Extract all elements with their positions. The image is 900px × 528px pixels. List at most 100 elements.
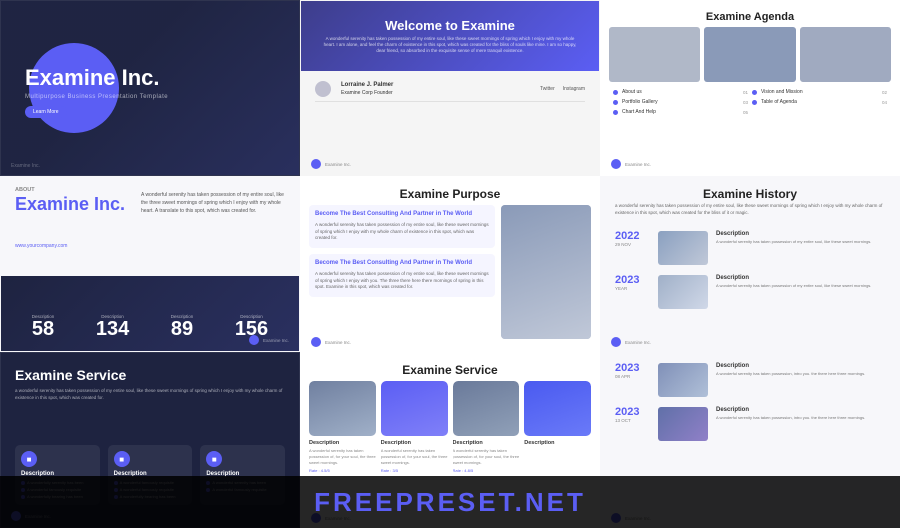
slide-history: Examine History a wonderful serenity has… xyxy=(600,176,900,352)
stat-value-2: 134 xyxy=(96,319,129,339)
history-sub: a wonderful serenity has taken possessio… xyxy=(615,203,885,217)
footer-logo-circle xyxy=(249,335,259,345)
hero-content: Examine Inc. Multipurpose Business Prese… xyxy=(25,39,168,118)
purpose-block-2-text: A wonderful serenity has taken possessio… xyxy=(315,271,489,291)
watermark-accent: Preset xyxy=(395,487,514,517)
service-dark-card-icon-3: ■ xyxy=(206,451,222,467)
service-light-card-rate-1: Rate : 4.5/5 xyxy=(309,468,376,473)
agenda-list: About us 01 Vision and Mission 02 Portfo… xyxy=(613,89,887,115)
watermark-free: Free xyxy=(314,487,395,517)
slide-hero: Examine Inc. Multipurpose Business Prese… xyxy=(0,0,300,176)
timeline-item-1: 2022 29 NOV Description A wonderful sere… xyxy=(615,231,885,265)
agenda-label: Portfolio Gallery xyxy=(622,99,658,105)
agenda-item-2: Vision and Mission 02 xyxy=(752,89,887,95)
tl-photo-2 xyxy=(658,407,708,441)
footer-text: Examine Inc. xyxy=(625,162,651,167)
tl-sublabel-1: 08 APR xyxy=(615,374,650,379)
service-light-body-2: Description A wonderful serenity has tak… xyxy=(381,436,448,477)
hero-cta-button[interactable]: Learn More xyxy=(25,106,67,118)
agenda-item-4: Table of Agenda 04 xyxy=(752,99,887,105)
hero-title: Examine Inc. xyxy=(25,65,168,90)
purpose-block-2: Become The Best Consulting And Partner i… xyxy=(309,254,495,297)
tl-sublabel-2: YEAR xyxy=(615,286,650,291)
history-footer: Examine Inc. xyxy=(611,337,651,347)
agenda-dot xyxy=(613,90,618,95)
service-light-card-title-3: Description xyxy=(453,440,520,446)
twitter-link[interactable]: Twitter xyxy=(540,86,555,92)
service-light-card-title-4: Description xyxy=(524,440,591,446)
tl-sublabel-1: 29 NOV xyxy=(615,242,650,247)
about-label: About xyxy=(15,187,35,193)
tl-photo-2 xyxy=(658,275,708,309)
tl-year-block-2: 2023 YEAR xyxy=(615,275,650,291)
footer-text: Examine Inc. xyxy=(325,340,351,345)
presenter-role: Examine Corp Founder xyxy=(341,90,393,98)
service-light-card-2: Description A wonderful serenity has tak… xyxy=(381,381,448,477)
tl-sublabel-2: 13 OCT xyxy=(615,418,650,423)
tl-photo-1 xyxy=(658,231,708,265)
agenda-footer: Examine Inc. xyxy=(611,159,651,169)
agenda-num: 01 xyxy=(743,90,748,95)
footer-logo-circle xyxy=(311,159,321,169)
service-light-body-3: Description A wonderful serenity has tak… xyxy=(453,436,520,477)
agenda-dot xyxy=(752,100,757,105)
presenter-avatar xyxy=(315,81,331,97)
agenda-label: Chart And Help xyxy=(622,109,656,115)
timeline-item-2: 2023 13 OCT Description A wonderful sere… xyxy=(615,407,885,441)
presenter-info: Lorraine J. Palmer Examine Corp Founder xyxy=(341,81,393,98)
purpose-block-2-title: Become The Best Consulting And Partner i… xyxy=(315,260,489,268)
agenda-item-5: Chart And Help 05 xyxy=(613,109,748,115)
agenda-num: 04 xyxy=(882,100,887,105)
service-light-card-rate-2: Rate : 3/5 xyxy=(381,468,448,473)
agenda-num: 02 xyxy=(882,90,887,95)
instagram-link[interactable]: Instagram xyxy=(563,86,585,92)
service-light-title: Examine Service xyxy=(301,363,599,377)
watermark-net: .net xyxy=(515,487,586,517)
tl-desc-1: Description A wonderful serenity has tak… xyxy=(716,231,885,245)
service-light-body-1: Description A wonderful serenity has tak… xyxy=(309,436,376,477)
timeline-item-2: 2023 YEAR Description A wonderful sereni… xyxy=(615,275,885,309)
tl-desc-1: Description A wonderful serenity has tak… xyxy=(716,363,885,377)
purpose-footer: Examine Inc. xyxy=(311,337,351,347)
tl-year-block-2: 2023 13 OCT xyxy=(615,407,650,423)
agenda-label: About us xyxy=(622,89,642,95)
tl-desc-title-2: Description xyxy=(716,407,885,413)
purpose-block-1: Become The Best Consulting And Partner i… xyxy=(309,205,495,248)
stat-1: Description 58 xyxy=(32,314,55,339)
timeline-item-1: 2023 08 APR Description A wonderful sere… xyxy=(615,363,885,397)
agenda-title: Examine Agenda xyxy=(601,11,899,23)
footer-text: Examine Inc. xyxy=(325,162,351,167)
welcome-people-row: Lorraine J. Palmer Examine Corp Founder … xyxy=(301,75,599,104)
agenda-photo-3 xyxy=(800,27,891,82)
watermark-text: FreePreset.net xyxy=(314,487,586,518)
tl-desc-2: Description A wonderful serenity has tak… xyxy=(716,407,885,421)
agenda-dot xyxy=(613,110,618,115)
tl-year-block-1: 2023 08 APR xyxy=(615,363,650,379)
agenda-label: Vision and Mission xyxy=(761,89,803,95)
service-light-photo-3 xyxy=(453,381,520,436)
purpose-text-col: Become The Best Consulting And Partner i… xyxy=(309,205,495,339)
service-light-card-desc-1: A wonderful serenity has taken possessio… xyxy=(309,448,376,466)
footer-logo-circle xyxy=(611,337,621,347)
tl-year-2: 2023 xyxy=(615,407,650,418)
agenda-photo-1 xyxy=(609,27,700,82)
agenda-item-1: About us 01 xyxy=(613,89,748,95)
welcome-footer: Examine Inc. xyxy=(311,159,351,169)
tl-desc-2: Description A wonderful serenity has tak… xyxy=(716,275,885,289)
stat-3: Description 89 xyxy=(171,314,194,339)
tl-desc-title-2: Description xyxy=(716,275,885,281)
stat-2: Description 134 xyxy=(96,314,129,339)
about-text: A wonderful serenity has taken possessio… xyxy=(141,191,289,215)
about-website: www.yourcompany.com xyxy=(15,243,67,249)
welcome-title: Welcome to Examine xyxy=(385,18,515,33)
agenda-photos xyxy=(609,27,891,82)
purpose-content: Become The Best Consulting And Partner i… xyxy=(309,205,591,339)
service-light-card-desc-3: A wonderful serenity has taken possessio… xyxy=(453,448,520,466)
agenda-item-3: Portfolio Gallery 03 xyxy=(613,99,748,105)
tl-year-2: 2023 xyxy=(615,275,650,286)
welcome-sub: A wonderful serenity has taken possessio… xyxy=(301,36,599,55)
service-light-photo-2 xyxy=(381,381,448,436)
presenter-name: Lorraine J. Palmer xyxy=(341,81,393,90)
service-light-card-rate-3: Rate : 4.8/5 xyxy=(453,468,520,473)
service-light-card-4: Description xyxy=(524,381,591,477)
